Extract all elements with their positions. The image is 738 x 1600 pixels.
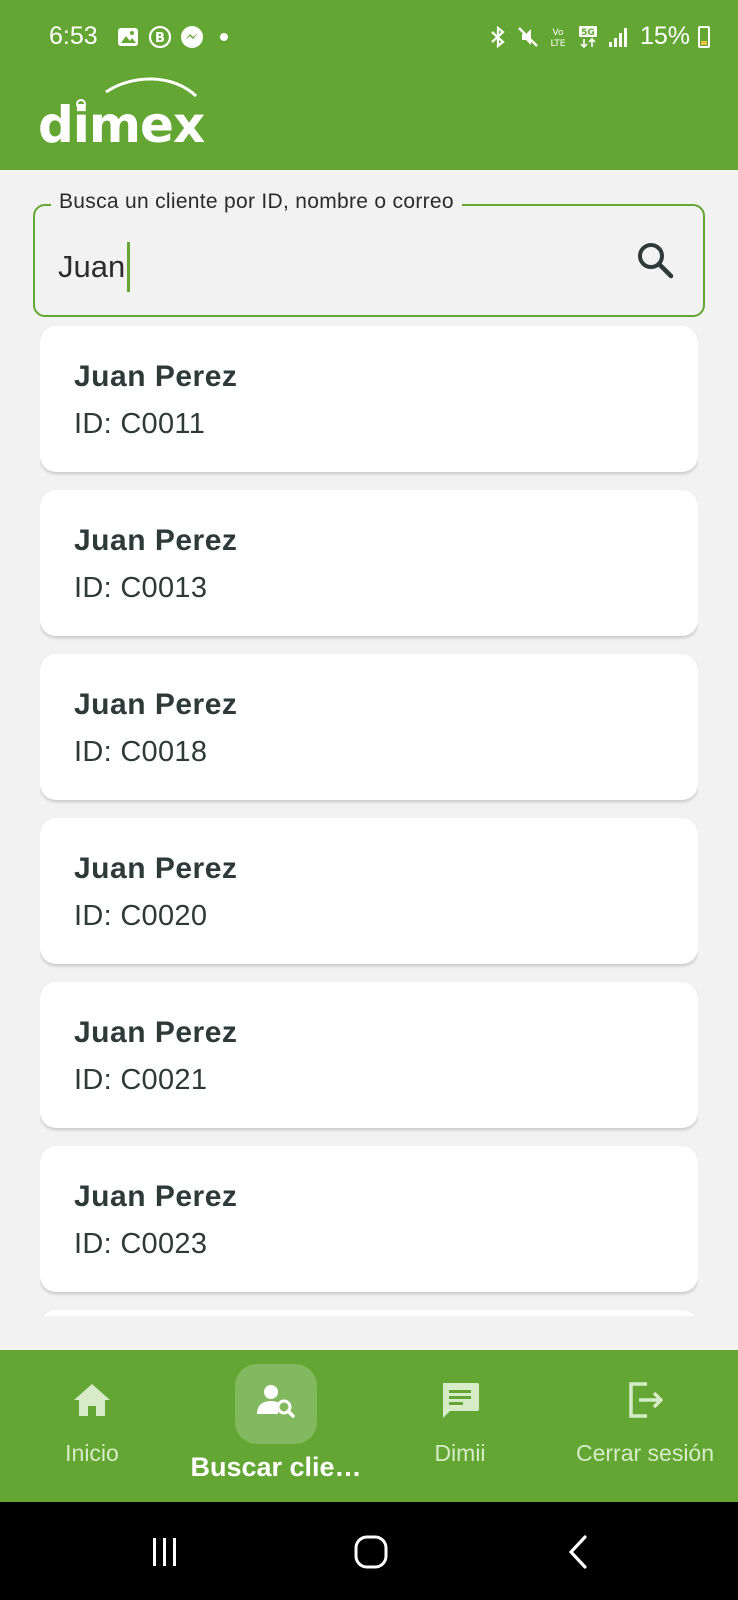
mute-icon bbox=[516, 25, 540, 49]
svg-text:5G: 5G bbox=[581, 28, 595, 38]
search-field[interactable]: Busca un cliente por ID, nombre o correo… bbox=[33, 190, 705, 317]
home-button[interactable] bbox=[346, 1527, 396, 1577]
battery-percent: 15% bbox=[639, 22, 690, 50]
messenger-icon bbox=[180, 25, 204, 49]
client-results-list: Juan Perez ID: C0011 Juan Perez ID: C001… bbox=[40, 326, 698, 1316]
battery-icon bbox=[698, 25, 710, 48]
dimex-logo: dimex bbox=[38, 77, 206, 150]
app-screen: 6:53 B Vo LTE 5G 15% dimex Busca un clie… bbox=[0, 0, 738, 1600]
client-card[interactable]: Juan Perez ID: C0021 bbox=[40, 982, 698, 1128]
recent-apps-icon bbox=[153, 1538, 176, 1566]
chat-icon bbox=[436, 1376, 484, 1424]
nav-inicio-label: Inicio bbox=[65, 1440, 119, 1466]
client-card[interactable]: Juan Perez ID: C0018 bbox=[40, 654, 698, 800]
back-button[interactable] bbox=[554, 1527, 604, 1577]
client-card[interactable]: Juan Perez ID: C0023 bbox=[40, 1146, 698, 1292]
search-input[interactable]: Juan bbox=[58, 242, 131, 292]
home-icon bbox=[68, 1376, 116, 1424]
bluetooth-icon bbox=[486, 25, 510, 49]
svg-text:Vo: Vo bbox=[552, 28, 563, 38]
status-time: 6:53 bbox=[49, 22, 98, 50]
nav-inicio[interactable]: Inicio bbox=[0, 1350, 184, 1502]
client-name: Juan Perez bbox=[74, 852, 238, 885]
nav-dimii-label: Dimii bbox=[434, 1440, 486, 1466]
client-card[interactable]: Juan Perez ID: C0013 bbox=[40, 490, 698, 636]
nav-cerrar-sesion[interactable]: Cerrar sesión bbox=[552, 1350, 738, 1502]
recent-apps-button[interactable] bbox=[140, 1527, 190, 1577]
back-icon bbox=[568, 1535, 587, 1569]
client-card[interactable]: Juan Perez ID: C0020 bbox=[40, 818, 698, 964]
nav-cerrar-sesion-label: Cerrar sesión bbox=[575, 1440, 715, 1466]
client-id: ID: C0013 bbox=[74, 572, 208, 604]
logout-icon bbox=[621, 1376, 669, 1424]
svg-text:B: B bbox=[155, 31, 165, 46]
client-card[interactable]: Juan Perez ID: C0011 bbox=[40, 326, 698, 472]
svg-text:LTE: LTE bbox=[550, 39, 565, 49]
client-name: Juan Perez bbox=[74, 1016, 238, 1049]
search-icon bbox=[638, 243, 674, 279]
search-button[interactable] bbox=[633, 238, 677, 282]
client-name: Juan Perez bbox=[74, 360, 238, 393]
client-id: ID: C0018 bbox=[74, 736, 208, 768]
text-caret bbox=[127, 242, 131, 292]
client-id: ID: C0011 bbox=[74, 408, 206, 440]
svg-text:dimex: dimex bbox=[38, 96, 205, 150]
5g-icon: 5G bbox=[576, 25, 600, 49]
app-header: 6:53 B Vo LTE 5G 15% dimex bbox=[0, 0, 738, 170]
b-badge-icon: B bbox=[148, 25, 172, 49]
system-navigation-bar bbox=[0, 1502, 738, 1600]
client-card-partial[interactable] bbox=[40, 1310, 698, 1316]
status-bar: 6:53 B Vo LTE 5G 15% bbox=[0, 0, 738, 72]
client-name: Juan Perez bbox=[74, 688, 238, 721]
signal-icon bbox=[606, 25, 630, 49]
client-id: ID: C0023 bbox=[74, 1228, 208, 1260]
search-input-value: Juan bbox=[58, 249, 126, 284]
client-name: Juan Perez bbox=[74, 1180, 238, 1213]
nav-buscar-cliente-label: Buscar clie… bbox=[190, 1452, 362, 1482]
search-label: Busca un cliente por ID, nombre o correo bbox=[51, 190, 462, 214]
volte-icon: Vo LTE bbox=[546, 25, 570, 49]
client-id: ID: C0020 bbox=[74, 900, 208, 932]
bottom-navigation: Inicio Buscar clie… Dimii Cerrar sesión bbox=[0, 1350, 738, 1502]
client-name: Juan Perez bbox=[74, 524, 238, 557]
nav-dimii[interactable]: Dimii bbox=[368, 1350, 552, 1502]
system-status-icons: Vo LTE 5G 15% bbox=[486, 22, 710, 51]
notification-icons: B bbox=[116, 25, 228, 49]
person-search-icon bbox=[252, 1376, 300, 1424]
dot-icon bbox=[220, 33, 228, 41]
nav-buscar-cliente[interactable]: Buscar clie… bbox=[184, 1350, 368, 1502]
home-button-icon bbox=[354, 1535, 388, 1569]
gallery-icon bbox=[116, 25, 140, 49]
client-id: ID: C0021 bbox=[74, 1064, 208, 1096]
